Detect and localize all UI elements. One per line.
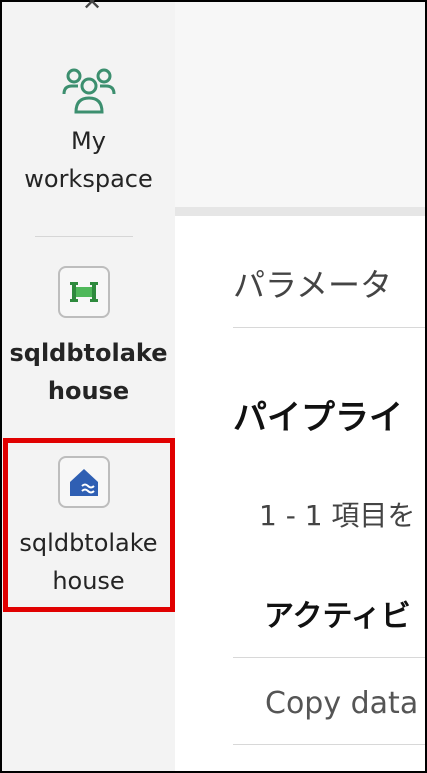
- tab-parameters[interactable]: パラメータ: [233, 260, 392, 306]
- main-content: パラメータ パイプライ 1 - 1 項目を アクティビ Copy data: [175, 216, 425, 771]
- sidebar: ✕ My workspace sqldbtolake house sqldbto…: [2, 0, 175, 771]
- people-icon: [62, 68, 115, 114]
- sidebar-item-label: My: [71, 127, 106, 155]
- activity-row-copy-data[interactable]: Copy data: [265, 686, 418, 721]
- top-panel: [175, 2, 425, 207]
- panel-divider: [175, 207, 425, 216]
- item-count-text: 1 - 1 項目を: [259, 499, 416, 532]
- section-title-activity: アクティビ: [264, 599, 411, 634]
- sidebar-divider: [35, 236, 133, 237]
- table-header-divider: [233, 657, 425, 658]
- sidebar-item-label: house: [47, 377, 130, 405]
- close-icon[interactable]: ✕: [82, 0, 102, 14]
- highlight-box: [3, 438, 175, 612]
- sidebar-item-pipeline[interactable]: sqldbtolake house: [2, 266, 175, 410]
- sidebar-item-my-workspace[interactable]: My workspace: [2, 60, 175, 198]
- table-row-divider: [233, 744, 425, 745]
- sidebar-item-label: workspace: [24, 165, 153, 193]
- sidebar-item-label: sqldbtolake: [9, 339, 168, 367]
- pipeline-icon: [58, 266, 110, 318]
- section-title-pipeline: パイプライ: [233, 398, 403, 438]
- tab-underline-divider: [233, 327, 425, 328]
